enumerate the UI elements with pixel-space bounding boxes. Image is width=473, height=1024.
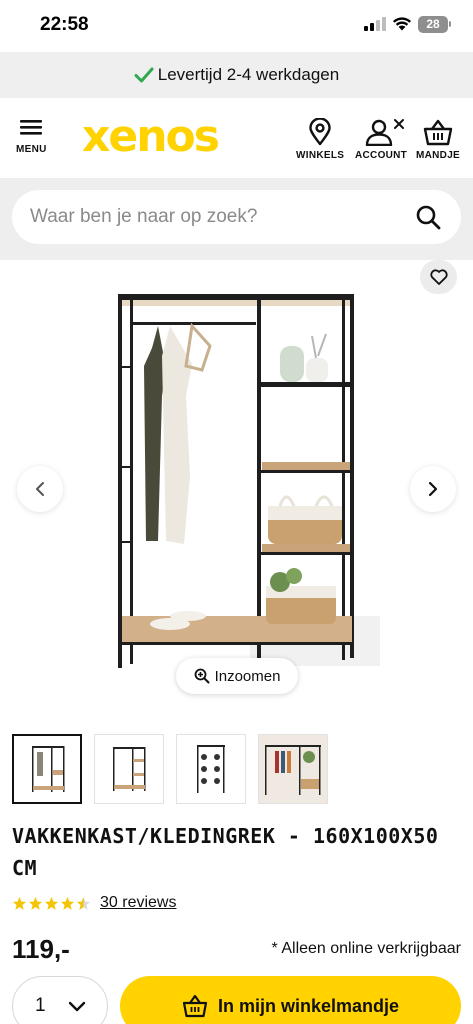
half-star-icon — [76, 896, 91, 910]
site-header: MENU xenos WINKELS ACCOUNT MANDJE — [0, 98, 473, 178]
signal-icon — [364, 17, 386, 31]
account-icon — [365, 119, 405, 146]
heart-icon — [429, 269, 448, 285]
wifi-icon — [393, 17, 411, 31]
product-title: VAKKENKAST/KLEDINGREK - 160X100X50 CM — [12, 824, 439, 880]
product-price: 119,- — [12, 934, 70, 964]
account-button[interactable]: ACCOUNT — [355, 118, 407, 161]
thumbnail-image — [32, 746, 65, 792]
stores-button[interactable]: WINKELS — [296, 118, 344, 161]
delivery-banner: Levertijd 2-4 werkdagen — [0, 52, 473, 98]
account-label: ACCOUNT — [355, 150, 408, 161]
search-input[interactable] — [30, 206, 415, 228]
battery-level: 28 — [426, 17, 440, 31]
hamburger-icon — [20, 120, 43, 135]
product-gallery: Inzoomen — [0, 260, 473, 715]
star-icon — [28, 896, 43, 910]
quantity-select[interactable]: 1 — [12, 976, 108, 1024]
online-only-note: * Alleen online verkrijgbaar — [271, 940, 461, 957]
zoom-label: Inzoomen — [214, 667, 281, 685]
star-rating — [12, 896, 92, 911]
product-image — [118, 294, 380, 668]
thumbnail-1[interactable] — [12, 734, 82, 804]
star-icon — [60, 896, 75, 910]
thumbnail-4[interactable] — [258, 734, 328, 804]
check-icon — [134, 67, 154, 83]
quantity-value: 1 — [35, 995, 46, 1016]
basket-icon — [423, 119, 453, 146]
cart-button[interactable]: MANDJE — [416, 118, 460, 161]
thumbnail-image — [113, 747, 146, 791]
zoom-button[interactable]: Inzoomen — [176, 658, 298, 694]
stores-label: WINKELS — [296, 150, 345, 161]
thumbnail-image — [259, 735, 327, 803]
zoom-in-icon — [194, 668, 210, 684]
basket-icon — [182, 994, 208, 1018]
chevron-down-icon — [68, 1001, 85, 1012]
search-bar-area — [0, 178, 473, 260]
prev-image-button[interactable] — [17, 466, 63, 512]
add-to-cart-button[interactable]: In mijn winkelmandje — [120, 976, 461, 1024]
battery-tip — [449, 21, 451, 27]
thumbnail-strip — [12, 734, 342, 804]
location-pin-icon — [309, 118, 331, 146]
thumbnail-image — [197, 745, 225, 793]
thumbnail-2[interactable] — [94, 734, 164, 804]
xenos-logo[interactable]: xenos — [82, 111, 220, 163]
star-icon — [12, 896, 27, 910]
search-box[interactable] — [12, 190, 461, 244]
rating-row: 30 reviews — [12, 894, 176, 912]
status-time: 22:58 — [40, 14, 89, 35]
thumbnail-3[interactable] — [176, 734, 246, 804]
chevron-left-icon — [36, 482, 44, 496]
menu-label: MENU — [16, 144, 47, 155]
chevron-right-icon — [428, 481, 438, 497]
add-to-cart-label: In mijn winkelmandje — [217, 995, 400, 1016]
menu-button[interactable]: MENU — [16, 118, 47, 155]
delivery-text: Levertijd 2-4 werkdagen — [157, 65, 340, 84]
next-image-button[interactable] — [410, 466, 456, 512]
cart-label: MANDJE — [416, 150, 461, 161]
star-icon — [44, 896, 59, 910]
battery-icon: 28 — [418, 16, 448, 33]
search-icon[interactable] — [415, 204, 441, 230]
status-bar: 22:58 28 — [0, 0, 473, 52]
reviews-link[interactable]: 30 reviews — [100, 894, 176, 912]
wishlist-button[interactable] — [420, 260, 457, 294]
